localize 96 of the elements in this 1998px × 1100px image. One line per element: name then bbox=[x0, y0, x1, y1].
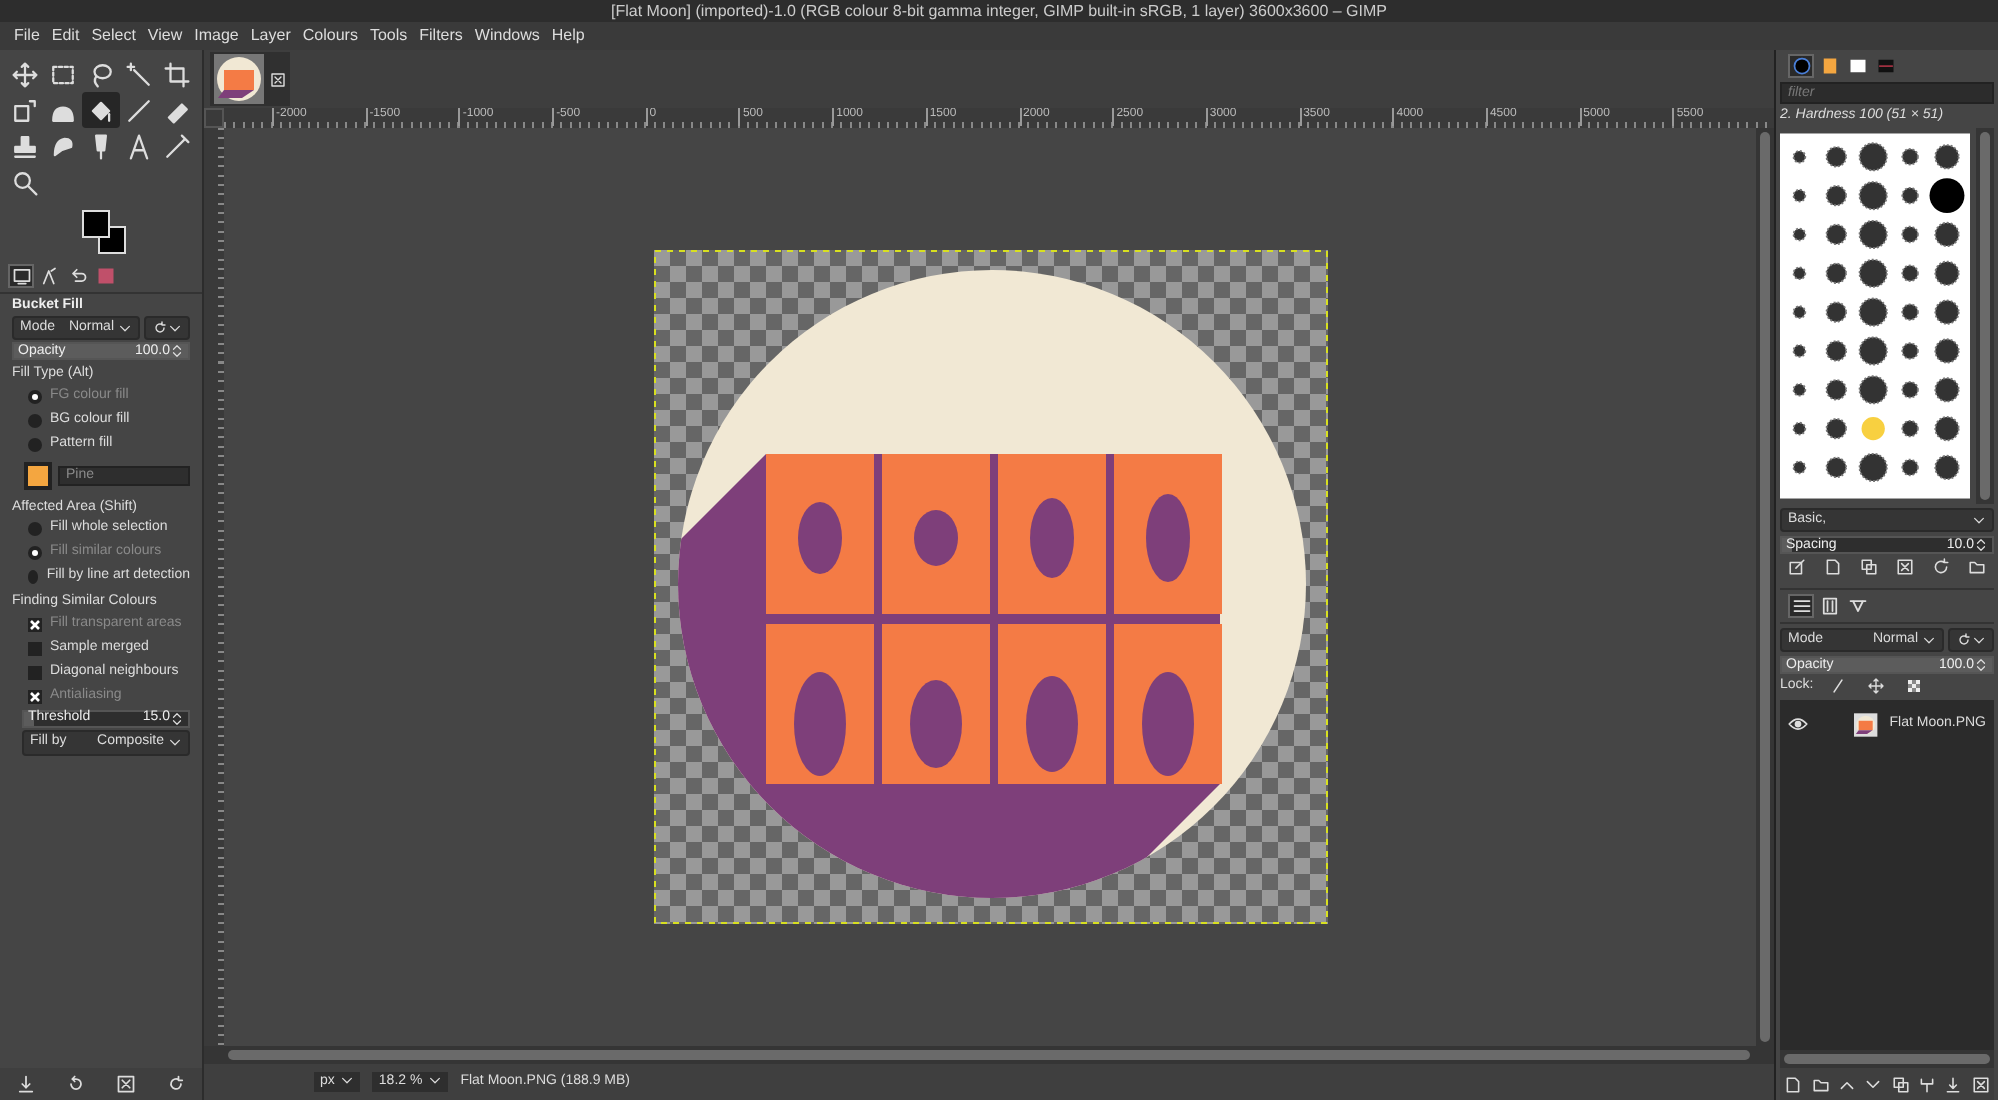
radio-button[interactable] bbox=[28, 437, 42, 452]
new-page-icon bbox=[1824, 558, 1843, 577]
panel-tab[interactable] bbox=[8, 264, 34, 288]
menu-item[interactable]: Help bbox=[551, 26, 585, 46]
menu-item[interactable]: Select bbox=[91, 26, 136, 46]
caret-icon bbox=[428, 1074, 443, 1089]
download-icon bbox=[15, 1074, 36, 1094]
edit-icon bbox=[1788, 558, 1807, 577]
radio-button[interactable] bbox=[28, 570, 39, 585]
bucket-icon bbox=[88, 97, 114, 123]
panel-icon bbox=[11, 266, 31, 286]
folder-icon bbox=[1967, 558, 1986, 577]
pattern-swatch[interactable] bbox=[24, 461, 52, 490]
text-icon bbox=[126, 133, 152, 159]
lasso-icon bbox=[88, 61, 114, 87]
spin-arrows-icon bbox=[1974, 658, 1988, 673]
new-page-icon bbox=[1784, 1075, 1803, 1093]
checkbox[interactable] bbox=[28, 617, 42, 632]
caret-icon bbox=[168, 735, 182, 750]
reset-icon bbox=[152, 320, 168, 337]
delete-icon bbox=[1895, 558, 1914, 577]
brush-grid-drawing[interactable] bbox=[1780, 128, 1971, 505]
eraser-icon bbox=[164, 97, 190, 123]
panel-tab[interactable] bbox=[1788, 594, 1814, 619]
rectangle-select-icon bbox=[50, 61, 76, 87]
caret-icon bbox=[168, 321, 182, 336]
radio-button[interactable] bbox=[28, 413, 42, 428]
scrollbar[interactable] bbox=[1756, 128, 1774, 1046]
merge-icon bbox=[1918, 1075, 1937, 1093]
image-thumbnail-icon bbox=[95, 266, 115, 286]
refresh-icon bbox=[1931, 558, 1950, 577]
wand-icon bbox=[126, 61, 152, 87]
folder-icon bbox=[1811, 1075, 1830, 1093]
smudge-icon bbox=[50, 133, 76, 159]
radio-button[interactable] bbox=[28, 546, 42, 561]
color-swatches-drawing[interactable] bbox=[82, 210, 126, 254]
menu-item[interactable]: Tools bbox=[369, 26, 408, 46]
menu-item[interactable]: Windows bbox=[474, 26, 540, 46]
caret-icon bbox=[1972, 633, 1986, 648]
radio-button[interactable] bbox=[28, 389, 42, 404]
menu-item[interactable]: View bbox=[147, 26, 183, 46]
undo-icon bbox=[67, 266, 87, 286]
paintbrush-icon bbox=[126, 97, 152, 123]
gradient-icon bbox=[1875, 56, 1895, 76]
channels-icon bbox=[1819, 596, 1839, 617]
layers-icon bbox=[1791, 596, 1811, 617]
duplicate-icon bbox=[1891, 1075, 1910, 1093]
delete-icon bbox=[1971, 1075, 1990, 1093]
menu-item[interactable]: Image bbox=[194, 26, 239, 46]
download-icon bbox=[1944, 1075, 1963, 1093]
menu-item[interactable]: Filters bbox=[419, 26, 463, 46]
image-tab[interactable] bbox=[210, 52, 290, 106]
menu-item[interactable]: Layer bbox=[250, 26, 291, 46]
caret-icon bbox=[118, 321, 132, 336]
menu-item[interactable]: File bbox=[14, 26, 40, 46]
reset-icon bbox=[166, 1074, 187, 1094]
spin-arrows-icon bbox=[1974, 538, 1988, 553]
transform-icon bbox=[12, 97, 38, 123]
checkbox[interactable] bbox=[28, 641, 42, 656]
caret-icon bbox=[340, 1074, 355, 1089]
duplicate-icon bbox=[1860, 558, 1879, 577]
menu-item[interactable]: Edit bbox=[51, 26, 80, 46]
stamp-icon bbox=[12, 133, 38, 159]
crop-icon bbox=[164, 61, 190, 87]
reset-icon bbox=[1956, 632, 1972, 649]
pen-device-icon bbox=[39, 266, 59, 286]
move-icon bbox=[12, 61, 38, 87]
scrollbar[interactable] bbox=[204, 1046, 1774, 1064]
rotate-left-icon bbox=[65, 1074, 86, 1094]
scrollbar[interactable] bbox=[1780, 1050, 1994, 1068]
brush-stroke-icon bbox=[1829, 677, 1846, 694]
panel-tab[interactable] bbox=[1788, 54, 1814, 78]
delete-icon bbox=[116, 1074, 137, 1094]
eye-icon bbox=[1788, 714, 1808, 735]
close-icon bbox=[270, 71, 286, 87]
checkbox[interactable] bbox=[28, 665, 42, 680]
window-title: [Flat Moon] (imported)-1.0 (RGB colour 8-bit gamma integer, GIMP built-in sRGB, 1 layer) 3600x3600 – GIMP bbox=[0, 0, 1998, 22]
caret-icon bbox=[1922, 633, 1936, 648]
chevron-down-icon bbox=[1864, 1075, 1883, 1093]
caret-icon bbox=[1972, 513, 1986, 528]
pattern-swatch-icon bbox=[1819, 56, 1839, 76]
move-icon bbox=[1867, 677, 1884, 694]
radio-button[interactable] bbox=[28, 522, 42, 537]
tool-button[interactable] bbox=[82, 92, 120, 128]
checkbox[interactable] bbox=[28, 689, 42, 704]
eyedropper-icon bbox=[164, 133, 190, 159]
spin-arrows-icon bbox=[170, 711, 184, 726]
zoom-icon bbox=[12, 169, 38, 195]
brush-dot-icon bbox=[1791, 56, 1811, 76]
reset-dropdown[interactable] bbox=[144, 316, 190, 341]
checker-icon bbox=[1905, 677, 1922, 694]
scrollbar[interactable] bbox=[1976, 128, 1994, 505]
image-thumbnail bbox=[214, 54, 264, 104]
reset-dropdown[interactable] bbox=[1948, 628, 1994, 653]
spin-arrows-icon bbox=[170, 344, 184, 359]
menu-item[interactable]: Colours bbox=[302, 26, 358, 46]
